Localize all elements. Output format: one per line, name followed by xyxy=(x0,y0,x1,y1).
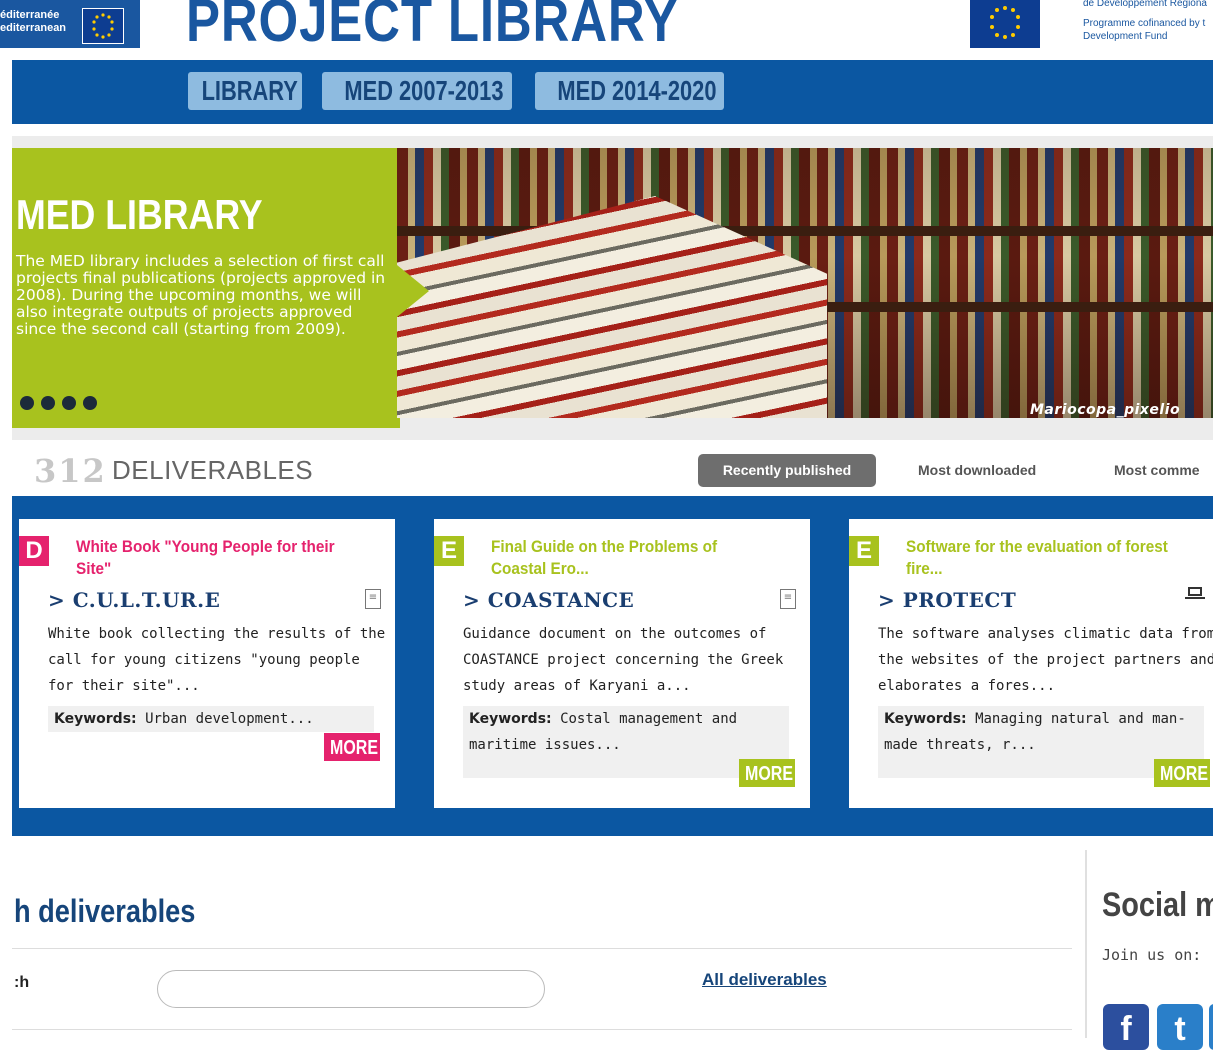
social-title: Social m xyxy=(1102,886,1213,924)
more-label: MORE xyxy=(745,763,793,785)
document-icon: ≡ xyxy=(780,589,796,609)
card-type-badge: E xyxy=(434,536,464,566)
all-deliverables-link[interactable]: All deliverables xyxy=(702,970,827,990)
med-logo[interactable]: éditerranée editerranean xyxy=(0,0,140,48)
main-nav: LIBRARY MED 2007-2013 MED 2014-2020 xyxy=(12,60,1213,124)
eu-funding-text: de Développement Régiona Programme cofin… xyxy=(1083,0,1207,43)
laptop-icon xyxy=(1188,587,1202,596)
eu-stars-icon xyxy=(82,8,124,44)
page-title: PROJECT LIBRARY xyxy=(186,0,679,54)
card-description: White book collecting the results of the… xyxy=(48,626,386,694)
deliverables-count: 312 xyxy=(34,452,107,490)
nav-library-label: LIBRARY xyxy=(201,75,298,106)
hero-text: The MED library includes a selection of … xyxy=(16,252,386,338)
divider xyxy=(12,948,1072,949)
logo-line1: éditerranée xyxy=(0,9,60,21)
nav-med-2007-2013[interactable]: MED 2007-2013 xyxy=(322,72,512,110)
card-description: Guidance document on the outcomes of COA… xyxy=(463,626,784,694)
card-project[interactable]: > PROTECT xyxy=(878,588,1016,612)
sidebar-divider xyxy=(1085,850,1087,1038)
more-button[interactable]: MORE xyxy=(324,733,380,761)
more-label: MORE xyxy=(1160,763,1208,785)
keywords-label: Keywords: xyxy=(469,711,552,727)
card-project[interactable]: > C.U.L.T.UR.E xyxy=(48,588,220,612)
facebook-icon[interactable]: f xyxy=(1103,1004,1149,1050)
laptop-base xyxy=(1185,597,1205,599)
social-icon-partial[interactable] xyxy=(1209,1004,1213,1050)
nav-med-2014-2020-label: MED 2014-2020 xyxy=(557,75,717,106)
tab-most-commented[interactable]: Most comme xyxy=(1114,454,1200,487)
keywords-value: Urban development... xyxy=(136,711,314,727)
search-heading: h deliverables xyxy=(14,893,196,929)
card-title[interactable]: Software for the evaluation of forest fi… xyxy=(906,536,1176,580)
more-button[interactable]: MORE xyxy=(739,759,795,787)
nav-library[interactable]: LIBRARY xyxy=(188,72,302,110)
image-credit: Mariocopa_pixelio xyxy=(1030,402,1181,418)
logo-line2: editerranean xyxy=(0,22,67,34)
deliverable-card: D White Book "Young People for their Sit… xyxy=(19,519,395,808)
twitter-icon[interactable]: t xyxy=(1157,1004,1203,1050)
eu-flag-icon xyxy=(970,0,1040,48)
card-title[interactable]: Final Guide on the Problems of Coastal E… xyxy=(491,536,761,580)
slider-dot-1[interactable] xyxy=(20,396,34,410)
slider-dot-2[interactable] xyxy=(41,396,55,410)
more-label: MORE xyxy=(330,737,378,759)
eu-text-line1: de Développement Régiona xyxy=(1083,0,1207,9)
slider-dot-3[interactable] xyxy=(62,396,76,410)
search-input[interactable] xyxy=(157,970,545,1008)
tab-most-downloaded[interactable]: Most downloaded xyxy=(918,454,1036,487)
document-icon: ≡ xyxy=(365,589,381,609)
more-button[interactable]: MORE xyxy=(1154,759,1210,787)
keywords-label: Keywords: xyxy=(884,711,967,727)
keywords-label: Keywords: xyxy=(54,711,137,727)
card-title[interactable]: White Book "Young People for their Site" xyxy=(76,536,346,580)
deliverable-card: E Software for the evaluation of forest … xyxy=(849,519,1213,808)
hero-arrow-icon xyxy=(397,265,429,317)
card-keywords: Keywords: Urban development... xyxy=(48,706,374,732)
nav-med-2014-2020[interactable]: MED 2014-2020 xyxy=(535,72,724,110)
search-label: :h xyxy=(14,974,30,991)
divider xyxy=(12,1029,1072,1030)
card-description: The software analyses climatic data from… xyxy=(878,626,1213,694)
eu-text-line3: Development Fund xyxy=(1083,31,1168,42)
tab-recently-published[interactable]: Recently published xyxy=(698,454,876,487)
logo-text: éditerranée editerranean xyxy=(0,9,66,35)
card-project[interactable]: > COASTANCE xyxy=(463,588,634,612)
social-join-text: Join us on: xyxy=(1102,946,1202,964)
eu-text-line2: Programme cofinanced by t xyxy=(1083,18,1206,29)
hero-title: MED LIBRARY xyxy=(16,191,263,238)
nav-med-2007-2013-label: MED 2007-2013 xyxy=(344,75,504,106)
deliverable-card: E Final Guide on the Problems of Coastal… xyxy=(434,519,810,808)
slider-dot-4[interactable] xyxy=(83,396,97,410)
card-type-badge: D xyxy=(19,536,49,566)
deliverables-label: DELIVERABLES xyxy=(112,455,314,485)
card-type-badge: E xyxy=(849,536,879,566)
